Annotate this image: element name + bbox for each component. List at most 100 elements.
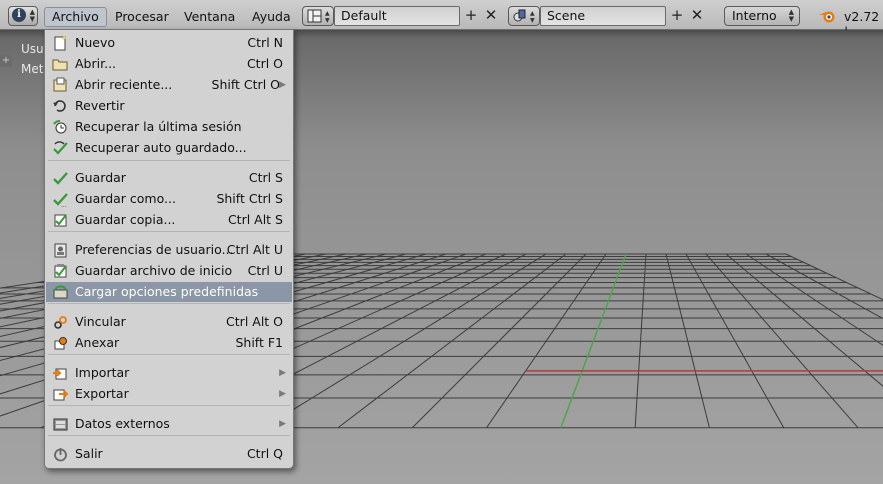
menu-ventana[interactable]: Ventana	[184, 7, 235, 27]
menu-item-guardar-copia[interactable]: Guardar copia... Ctrl Alt S	[46, 210, 292, 230]
blender-logo-icon	[819, 11, 835, 23]
load-factory-icon	[53, 285, 68, 299]
menu-separator	[48, 405, 290, 406]
menu-item-datos-externos[interactable]: Datos externos ▶	[46, 414, 292, 434]
menu-item-shortcut: Ctrl N	[247, 35, 283, 50]
menu-item-label: Cargar opciones predefinidas	[75, 284, 259, 299]
menu-item-recuperar-la-última-sesión[interactable]: Recuperar la última sesión	[46, 117, 292, 137]
save-as-icon: ...	[53, 193, 68, 207]
menu-item-shortcut: Ctrl Alt O	[226, 314, 283, 329]
svg-text:▼: ▼	[530, 17, 535, 24]
new-file-icon	[54, 36, 66, 51]
scene-button[interactable]: ▲ ▼	[508, 6, 540, 26]
info-icon: i	[12, 8, 26, 22]
menu-item-cargar-opciones-predefinidas[interactable]: Cargar opciones predefinidas	[46, 282, 292, 302]
save-copy-icon	[54, 214, 67, 227]
menu-item-label: Preferencias de usuario...	[75, 242, 234, 257]
menu-item-abrir-reciente[interactable]: Abrir reciente... Shift Ctrl O ▶	[46, 75, 292, 95]
menu-item-label: Vincular	[75, 314, 126, 329]
menu-item-label: Guardar como...	[75, 191, 176, 206]
menu-item-label: Anexar	[75, 335, 120, 350]
submenu-arrow-icon: ▶	[279, 419, 286, 429]
export-icon	[53, 389, 69, 401]
save-startup-icon	[54, 264, 67, 278]
preferences-icon	[54, 243, 67, 258]
menu-item-nuevo[interactable]: Nuevo Ctrl N	[46, 33, 292, 53]
menu-item-label: Abrir...	[75, 56, 117, 71]
submenu-arrow-icon: ▶	[279, 368, 286, 378]
menu-item-shortcut: Ctrl Alt S	[227, 212, 283, 227]
menu-item-preferencias-de-usuario[interactable]: Preferencias de usuario... Ctrl Alt U	[46, 240, 292, 260]
link-icon	[54, 316, 67, 329]
menu-item-label: Recuperar auto guardado...	[75, 140, 247, 155]
menu-procesar[interactable]: Procesar	[115, 7, 169, 27]
recover-autosave-icon	[53, 141, 68, 155]
menu-item-label: Guardar copia...	[75, 212, 176, 227]
menu-item-label: Nuevo	[75, 35, 116, 50]
menu-item-guardar[interactable]: Guardar Ctrl S	[46, 168, 292, 188]
menu-item-salir[interactable]: Salir Ctrl Q	[46, 444, 292, 464]
menu-ayuda[interactable]: Ayuda	[252, 7, 291, 27]
menu-item-label: Revertir	[75, 98, 125, 113]
menu-item-importar[interactable]: Importar ▶	[46, 363, 292, 383]
screen-layout-field[interactable]: Default	[334, 6, 460, 26]
menu-item-label: Datos externos	[75, 416, 170, 431]
scene-field[interactable]: Scene	[540, 6, 666, 26]
svg-text:...: ...	[61, 202, 67, 207]
recover-session-icon	[53, 120, 67, 134]
menu-item-label: Guardar archivo de inicio	[75, 263, 233, 278]
menu-item-shortcut: Ctrl Q	[246, 446, 283, 461]
menu-separator	[48, 231, 290, 232]
menu-item-revertir[interactable]: Revertir	[46, 96, 292, 116]
svg-text:▲: ▲	[530, 10, 535, 17]
menu-item-label: Recuperar la última sesión	[75, 119, 242, 134]
save-check-icon	[53, 172, 68, 185]
menu-item-vincular[interactable]: Vincular Ctrl Alt O	[46, 312, 292, 332]
viewport-overlay-line-2: Met	[21, 62, 44, 76]
menu-separator	[48, 160, 290, 161]
menu-separator	[48, 435, 290, 436]
menu-item-abrir[interactable]: Abrir... Ctrl O	[46, 54, 292, 74]
up-down-arrows-icon: ▲ ▼	[788, 8, 794, 23]
menu-archivo[interactable]: Archivo	[44, 7, 107, 27]
menu-item-label: Salir	[75, 446, 103, 461]
viewport-overlay-line-1: Usu	[21, 42, 44, 56]
import-icon	[53, 368, 67, 380]
menu-item-label: Importar	[75, 365, 130, 380]
toolshelf-toggle-icon[interactable]: +	[0, 55, 12, 67]
menu-item-guardar-archivo-de-inicio[interactable]: Guardar archivo de inicio Ctrl U	[46, 261, 292, 281]
render-engine-label: Interno	[732, 8, 777, 23]
menu-item-guardar-como[interactable]: ... Guardar como... Shift Ctrl S	[46, 189, 292, 209]
menu-item-exportar[interactable]: Exportar ▶	[46, 384, 292, 404]
delete-scene-icon[interactable]: ✕	[689, 7, 705, 23]
screen-layout-button[interactable]: ▲ ▼	[302, 6, 334, 26]
menu-separator	[48, 303, 290, 304]
menu-item-shortcut: Shift F1	[235, 335, 283, 350]
external-data-icon	[53, 418, 68, 431]
open-folder-icon	[52, 59, 68, 71]
recent-files-icon	[53, 77, 67, 92]
editor-type-button[interactable]: i ▲ ▼	[8, 6, 38, 26]
menu-item-anexar[interactable]: Anexar Shift F1	[46, 333, 292, 353]
revert-icon	[53, 100, 66, 112]
scene-icon: ▲ ▼	[513, 9, 535, 24]
render-engine-select[interactable]: Interno ▲ ▼	[724, 6, 800, 26]
quit-icon	[54, 448, 67, 462]
submenu-arrow-icon: ▶	[279, 389, 286, 399]
submenu-arrow-icon: ▶	[279, 80, 286, 90]
menu-item-label: Guardar	[75, 170, 126, 185]
header-bar: i ▲ ▼ Archivo Procesar Ventana Ayuda ▲ ▼ …	[0, 0, 883, 39]
menu-item-recuperar-auto-guardado[interactable]: Recuperar auto guardado...	[46, 138, 292, 158]
append-icon	[54, 337, 67, 350]
menu-item-shortcut: Ctrl S	[248, 170, 283, 185]
svg-text:▼: ▼	[325, 17, 330, 24]
menu-item-shortcut: Ctrl Alt U	[226, 242, 283, 257]
delete-layout-icon[interactable]: ✕	[483, 7, 499, 23]
menu-separator	[48, 354, 290, 355]
menu-item-shortcut: Ctrl O	[246, 56, 283, 71]
menu-item-shortcut: Shift Ctrl S	[216, 191, 283, 206]
add-layout-icon[interactable]: +	[463, 7, 479, 23]
add-scene-icon[interactable]: +	[669, 7, 685, 23]
up-down-arrows-icon: ▲ ▼	[29, 8, 35, 23]
menu-item-shortcut: Shift Ctrl O	[211, 77, 280, 92]
